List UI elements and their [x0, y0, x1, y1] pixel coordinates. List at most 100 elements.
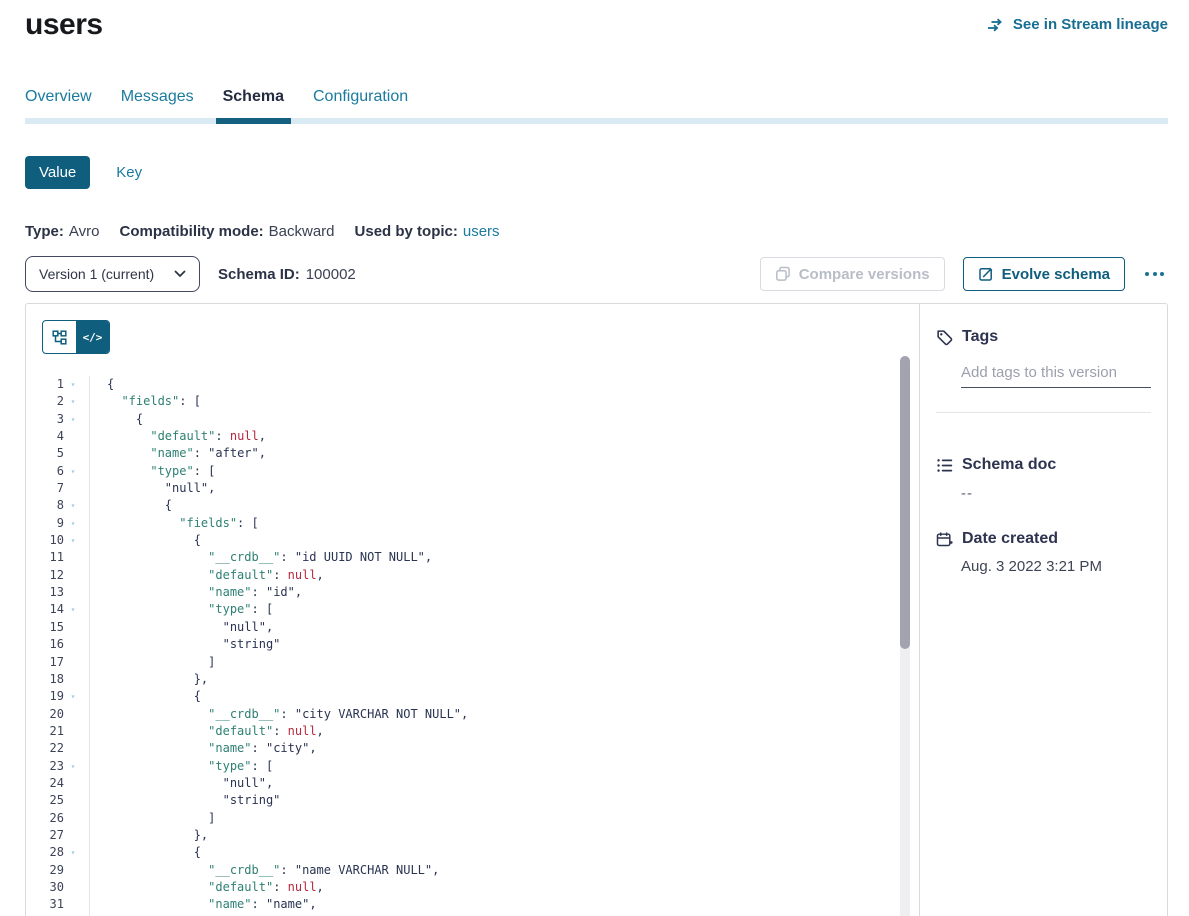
- version-select-value: Version 1 (current): [39, 266, 154, 282]
- list-icon: [936, 457, 953, 474]
- type-value: Avro: [69, 223, 100, 240]
- fold-toggle-icon[interactable]: ▾: [64, 844, 82, 861]
- schema-code-pane: </> 1▾{2▾ "fields": [3▾ {4 "default": nu…: [26, 304, 920, 916]
- tab-configuration[interactable]: Configuration: [313, 88, 408, 118]
- fold-spacer: [64, 567, 82, 584]
- code-text: "name": "after",: [89, 445, 266, 462]
- add-tags-input[interactable]: [961, 360, 1151, 388]
- code-line: 11 "__crdb__": "id UUID NOT NULL",: [26, 549, 919, 566]
- used-by-topic-link[interactable]: users: [463, 223, 500, 240]
- code-text: {: [89, 411, 143, 428]
- code-line: 30 "default": null,: [26, 879, 919, 896]
- code-text: "default": null,: [89, 723, 324, 740]
- code-text: "fields": [: [89, 515, 259, 532]
- sidebar-divider: [936, 412, 1151, 413]
- line-number: 19: [26, 688, 64, 705]
- key-toggle-link[interactable]: Key: [116, 164, 142, 181]
- fold-spacer: [64, 445, 82, 462]
- line-number: 25: [26, 792, 64, 809]
- fold-spacer: [64, 792, 82, 809]
- schema-code-editor[interactable]: 1▾{2▾ "fields": [3▾ {4 "default": null,5…: [26, 376, 919, 916]
- fold-spacer: [64, 480, 82, 497]
- line-number: 21: [26, 723, 64, 740]
- line-number: 10: [26, 532, 64, 549]
- value-toggle-button[interactable]: Value: [25, 156, 90, 189]
- stream-lineage-icon: [987, 18, 1006, 32]
- evolve-schema-label: Evolve schema: [1002, 266, 1110, 283]
- line-number: 28: [26, 844, 64, 861]
- fold-toggle-icon[interactable]: ▾: [64, 463, 82, 480]
- code-line: 27 },: [26, 827, 919, 844]
- schema-id-value: 100002: [306, 266, 356, 283]
- compare-versions-button[interactable]: Compare versions: [760, 257, 945, 291]
- code-line: 1▾{: [26, 376, 919, 393]
- code-line: 4 "default": null,: [26, 428, 919, 445]
- code-line: 19▾ {: [26, 688, 919, 705]
- code-view-icon: </>: [83, 331, 103, 344]
- code-text: "type": [: [89, 463, 215, 480]
- fold-spacer: [64, 636, 82, 653]
- code-line: 14▾ "type": [: [26, 601, 919, 618]
- code-text: {: [89, 688, 201, 705]
- stream-lineage-link[interactable]: See in Stream lineage: [987, 16, 1168, 33]
- code-text: },: [89, 671, 208, 688]
- code-line: 25 "string": [26, 792, 919, 809]
- schema-sidebar: Tags: [920, 304, 1167, 916]
- code-text: "name": "name",: [89, 896, 317, 913]
- fold-spacer: [64, 654, 82, 671]
- line-number: 27: [26, 827, 64, 844]
- fold-toggle-icon[interactable]: ▾: [64, 411, 82, 428]
- evolve-schema-button[interactable]: Evolve schema: [963, 257, 1125, 291]
- code-text: "default": null,: [89, 567, 324, 584]
- code-scrollbar-thumb[interactable]: [900, 356, 910, 649]
- tab-messages[interactable]: Messages: [121, 88, 194, 118]
- compare-versions-icon: [775, 266, 791, 282]
- calendar-plus-icon: [936, 531, 953, 548]
- date-created-heading: Date created: [962, 530, 1058, 548]
- fold-toggle-icon[interactable]: ▾: [64, 758, 82, 775]
- fold-spacer: [64, 862, 82, 879]
- edit-pencil-icon: [978, 266, 994, 282]
- code-text: "fields": [: [89, 393, 201, 410]
- code-text: "null",: [89, 775, 273, 792]
- compare-versions-label: Compare versions: [799, 266, 930, 283]
- schema-doc-heading: Schema doc: [962, 456, 1056, 474]
- used-by-topic-label: Used by topic:: [355, 223, 458, 240]
- code-line: 3▾ {: [26, 411, 919, 428]
- fold-toggle-icon[interactable]: ▾: [64, 532, 82, 549]
- fold-toggle-icon[interactable]: ▾: [64, 601, 82, 618]
- code-line: 12 "default": null,: [26, 567, 919, 584]
- tag-icon: [936, 329, 953, 346]
- fold-toggle-icon[interactable]: ▾: [64, 688, 82, 705]
- code-line: 8▾ {: [26, 497, 919, 514]
- fold-toggle-icon[interactable]: ▾: [64, 376, 82, 393]
- code-line: 22 "name": "city",: [26, 740, 919, 757]
- code-scrollbar-track[interactable]: [900, 356, 910, 916]
- more-options-button[interactable]: [1141, 266, 1168, 282]
- code-line: 2▾ "fields": [: [26, 393, 919, 410]
- line-number: 11: [26, 549, 64, 566]
- fold-spacer: [64, 619, 82, 636]
- code-view-button[interactable]: </>: [76, 321, 109, 353]
- line-number: 12: [26, 567, 64, 584]
- code-text: "__crdb__": "city VARCHAR NOT NULL",: [89, 706, 468, 723]
- tab-overview[interactable]: Overview: [25, 88, 92, 118]
- line-number: 7: [26, 480, 64, 497]
- fold-toggle-icon[interactable]: ▾: [64, 497, 82, 514]
- schema-doc-section: Schema doc --: [936, 456, 1151, 502]
- fold-spacer: [64, 775, 82, 792]
- tab-bar: Overview Messages Schema Configuration: [25, 88, 1168, 124]
- fold-toggle-icon[interactable]: ▾: [64, 393, 82, 410]
- page: users See in Stream lineage Overview Mes…: [25, 8, 1168, 916]
- code-line: 7 "null",: [26, 480, 919, 497]
- code-text: ]: [89, 810, 215, 827]
- fold-spacer: [64, 810, 82, 827]
- version-select[interactable]: Version 1 (current): [25, 256, 200, 292]
- fold-toggle-icon[interactable]: ▾: [64, 515, 82, 532]
- fold-spacer: [64, 723, 82, 740]
- code-line: 15 "null",: [26, 619, 919, 636]
- line-number: 4: [26, 428, 64, 445]
- line-number: 8: [26, 497, 64, 514]
- tab-schema[interactable]: Schema: [223, 88, 284, 118]
- tree-view-button[interactable]: [43, 321, 76, 353]
